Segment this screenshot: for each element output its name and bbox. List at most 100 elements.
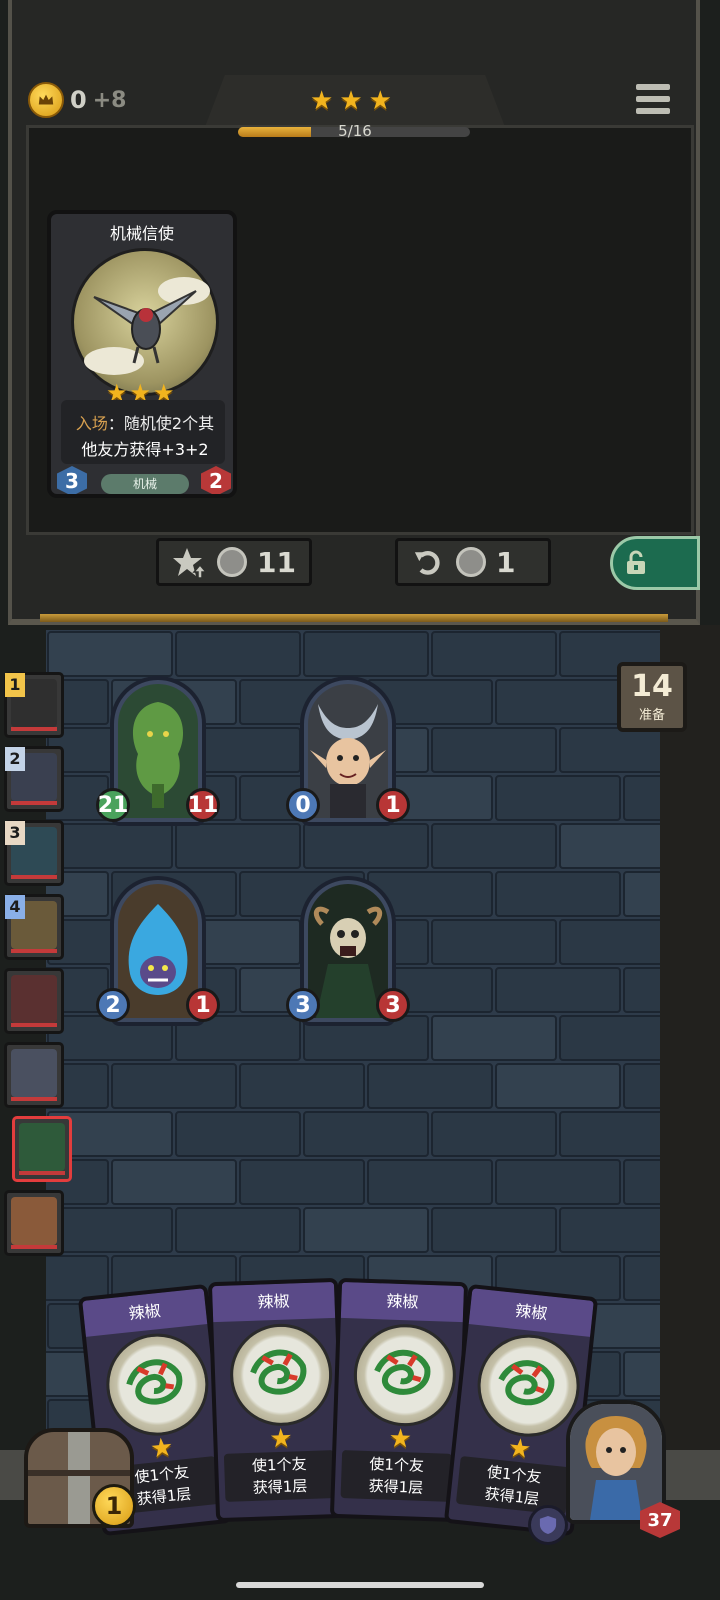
upgrade-tavern-button[interactable]: 11 bbox=[156, 538, 312, 586]
hero-character-icon bbox=[570, 1404, 662, 1520]
shop-card-mechanical-messenger[interactable]: 机械信使 ★ ★ ★ 入场：随机使2个其 他友方获得+3+2 机械 3 2 bbox=[47, 210, 237, 498]
minion-health: 3 bbox=[376, 988, 410, 1022]
hand-card-desc-line2: 获得1层 bbox=[368, 1477, 424, 1497]
opponent-health-bar bbox=[11, 1097, 57, 1101]
card-description-text: ：随机使2个其 bbox=[107, 414, 215, 433]
tavern-tier-stars: ★ ★ ★ bbox=[310, 88, 392, 114]
card-art bbox=[71, 248, 219, 396]
opponent-health-bar bbox=[11, 949, 57, 953]
prep-timer: 14 准备 bbox=[617, 662, 687, 732]
hand-card-desc-line2: 获得1层 bbox=[252, 1477, 308, 1497]
mechanical-bird-icon bbox=[84, 277, 210, 375]
star-icon: ★ bbox=[148, 1432, 175, 1465]
wall-brick bbox=[303, 1207, 429, 1253]
chili-plate-icon bbox=[352, 1322, 458, 1428]
gold-income: +8 bbox=[92, 87, 127, 113]
wall-brick bbox=[623, 967, 660, 1013]
wall-brick bbox=[623, 1351, 660, 1397]
opponent-portrait[interactable] bbox=[4, 1190, 64, 1256]
menu-icon-line bbox=[636, 108, 670, 114]
hand-card-description: 使1个友 获得1层 bbox=[223, 1450, 336, 1502]
wall-brick bbox=[431, 1207, 557, 1253]
opponent-portrait[interactable]: 3 bbox=[4, 820, 64, 886]
minion-health: 1 bbox=[376, 788, 410, 822]
hand-card-name: 辣椒 bbox=[468, 1288, 594, 1337]
chili-plate-icon bbox=[228, 1322, 334, 1428]
panel-divider bbox=[40, 614, 668, 622]
opponent-portrait[interactable] bbox=[4, 968, 64, 1034]
hand-card-name: 辣椒 bbox=[340, 1281, 465, 1323]
wall-brick bbox=[623, 871, 660, 917]
star-icon: ★ bbox=[506, 1432, 533, 1466]
hand-card-chili[interactable]: 辣椒 ★ 使1个友 获得1层 bbox=[207, 1277, 347, 1523]
wall-brick bbox=[431, 727, 557, 773]
treasure-chest[interactable]: 1 bbox=[14, 1408, 144, 1538]
wall-brick bbox=[431, 1015, 557, 1061]
minion-attack: 21 bbox=[96, 788, 130, 822]
minion-attack: 3 bbox=[286, 988, 320, 1022]
menu-icon bbox=[636, 84, 670, 90]
opponent-face-icon bbox=[11, 1049, 57, 1097]
opponent-portrait[interactable] bbox=[12, 1116, 72, 1182]
opponent-health-bar bbox=[11, 1023, 57, 1027]
hero-portrait[interactable]: 37 bbox=[566, 1400, 680, 1538]
opponent-health-bar bbox=[11, 875, 57, 879]
refresh-icon bbox=[412, 545, 446, 579]
wall-brick bbox=[431, 823, 557, 869]
wall-brick bbox=[495, 679, 621, 725]
wall-brick bbox=[239, 1063, 365, 1109]
prep-count: 14 bbox=[631, 669, 673, 704]
tier-progress-fill bbox=[238, 127, 311, 137]
home-indicator[interactable] bbox=[236, 1582, 484, 1588]
star-icon: ★ bbox=[268, 1423, 294, 1455]
opponent-rank: 3 bbox=[5, 821, 25, 845]
wall-brick bbox=[559, 727, 660, 773]
board-minion[interactable]: 2 1 bbox=[96, 876, 220, 1036]
board-wall bbox=[660, 625, 720, 1535]
refresh-shop-button[interactable]: 1 bbox=[395, 538, 551, 586]
card-description-line2: 他友方获得+3+2 bbox=[81, 440, 209, 459]
minion-health: 11 bbox=[186, 788, 220, 822]
wall-brick bbox=[111, 1063, 237, 1109]
star-upgrade-icon bbox=[173, 545, 207, 579]
wall-brick bbox=[623, 1159, 660, 1205]
hero-frame bbox=[566, 1400, 666, 1524]
star-icon: ★ bbox=[388, 1423, 413, 1455]
card-tribe-tag: 机械 bbox=[101, 474, 189, 494]
opponent-health-bar bbox=[19, 1171, 65, 1175]
opponent-health-bar bbox=[11, 1245, 57, 1249]
opponent-portrait[interactable] bbox=[4, 1042, 64, 1108]
wall-brick bbox=[431, 1111, 557, 1157]
menu-button[interactable] bbox=[636, 84, 670, 116]
opponent-health-bar bbox=[11, 727, 57, 731]
chest-coin-count: 1 bbox=[92, 1484, 136, 1528]
opponent-rank: 2 bbox=[5, 747, 25, 771]
lock-shop-button[interactable] bbox=[610, 536, 700, 590]
wall-brick bbox=[623, 1063, 660, 1109]
prep-label: 准备 bbox=[638, 708, 665, 723]
wall-brick bbox=[559, 1111, 660, 1157]
hand-card-name: 辣椒 bbox=[211, 1281, 336, 1323]
wall-brick bbox=[175, 631, 301, 677]
opponent-portrait[interactable]: 1 bbox=[4, 672, 64, 738]
wall-brick bbox=[175, 1111, 301, 1157]
wall-brick bbox=[46, 1255, 109, 1301]
board-minion[interactable]: 21 11 bbox=[96, 676, 220, 836]
card-name: 机械信使 bbox=[109, 224, 174, 243]
wall-brick bbox=[431, 919, 557, 965]
wall-brick bbox=[367, 1159, 493, 1205]
wall-brick bbox=[495, 1063, 621, 1109]
wall-brick bbox=[559, 823, 660, 869]
board-minion[interactable]: 3 3 bbox=[286, 876, 410, 1036]
board-minion[interactable]: 0 1 bbox=[286, 676, 410, 836]
opponent-portrait[interactable]: 4 bbox=[4, 894, 64, 960]
opponent-portrait[interactable]: 2 bbox=[4, 746, 64, 812]
wall-brick bbox=[559, 1207, 660, 1253]
opponent-face-icon bbox=[11, 1197, 57, 1245]
wall-brick bbox=[495, 1159, 621, 1205]
opponent-face-icon bbox=[19, 1123, 65, 1171]
opponent-health-bar bbox=[11, 801, 57, 805]
wall-brick bbox=[367, 1063, 493, 1109]
minion-attack: 2 bbox=[96, 988, 130, 1022]
gold-current: 0 bbox=[70, 86, 87, 114]
